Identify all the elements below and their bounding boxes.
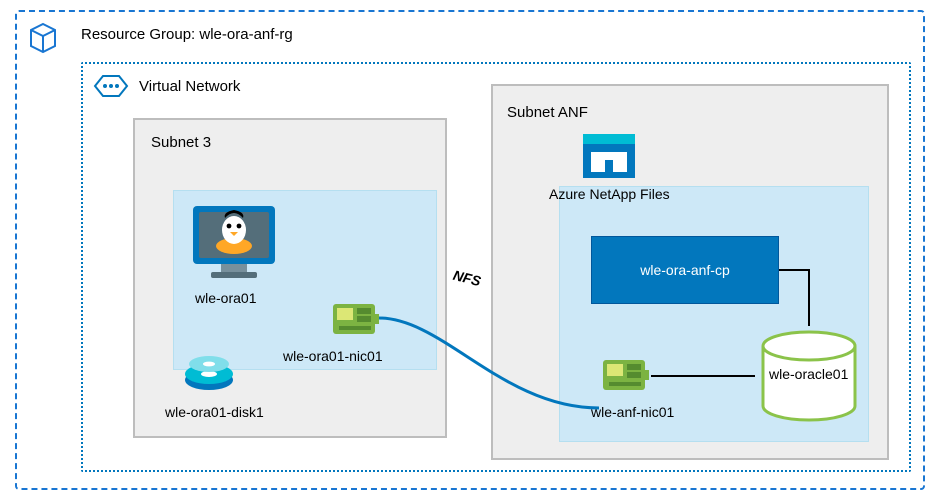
subnet-3-title: Subnet 3 <box>151 134 211 151</box>
resource-group-box: Resource Group: wle-ora-anf-rg Virtual N… <box>15 10 925 490</box>
resource-group-title: Resource Group: wle-ora-anf-rg <box>81 26 293 43</box>
virtual-network-icon <box>93 72 129 105</box>
anf-nic-icon <box>601 356 651 403</box>
virtual-network-title: Virtual Network <box>139 78 240 95</box>
anf-nic-label: wle-anf-nic01 <box>591 404 674 420</box>
subnet-3-box: Subnet 3 wle-ora01 <box>133 118 447 438</box>
nfs-label: NFS <box>451 267 482 289</box>
subnet-anf-box: Subnet ANF Azure NetApp Files wle-ora-an… <box>491 84 889 460</box>
azure-netapp-files-icon <box>577 132 641 187</box>
resource-group-icon <box>27 22 59 59</box>
linux-vm-icon <box>191 200 277 287</box>
capacity-pool-box: wle-ora-anf-cp <box>591 236 779 304</box>
capacity-pool-label: wle-ora-anf-cp <box>640 262 729 278</box>
nic-label: wle-ora01-nic01 <box>283 348 383 364</box>
disk-icon <box>181 350 237 401</box>
database-volume-label: wle-oracle01 <box>769 366 848 382</box>
nic-icon <box>331 300 381 347</box>
vm-label: wle-ora01 <box>195 290 256 306</box>
subnet-anf-title: Subnet ANF <box>507 104 588 121</box>
disk-label: wle-ora01-disk1 <box>165 404 264 420</box>
virtual-network-box: Virtual Network Subnet 3 wl <box>81 62 911 472</box>
anf-service-label: Azure NetApp Files <box>549 186 670 202</box>
